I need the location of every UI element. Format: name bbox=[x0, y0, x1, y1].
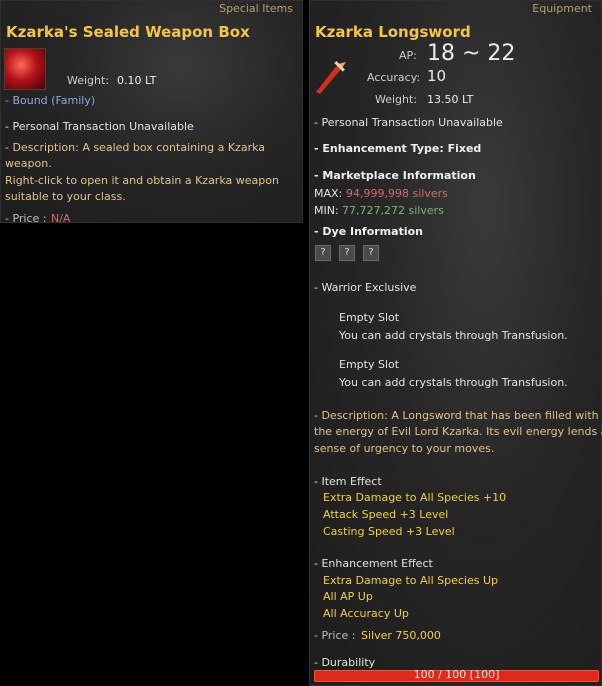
min-label: MIN: bbox=[314, 204, 339, 217]
weight-value: 13.50 LT bbox=[427, 93, 474, 106]
enhancement-effect: Extra Damage to All Species Up bbox=[323, 574, 498, 587]
min-price: 77,727,272 silvers bbox=[342, 204, 444, 217]
longsword-icon bbox=[312, 56, 352, 96]
ap-value: 18 ~ 22 bbox=[427, 41, 516, 66]
dye-title: - Dye Information bbox=[314, 225, 423, 238]
ap-label: AP: bbox=[399, 49, 417, 62]
durability-text: 100 / 100 [100] bbox=[413, 668, 500, 681]
crystal-slot-title: Empty Slot bbox=[339, 358, 400, 371]
max-label: MAX: bbox=[314, 187, 343, 200]
item-effect: Casting Speed +3 Level bbox=[323, 525, 455, 538]
weight-label: Weight: bbox=[375, 93, 418, 106]
dye-slot[interactable]: ? bbox=[339, 245, 355, 261]
longsword-tooltip: Equipment Kzarka Longsword AP: 18 ~ 22 A… bbox=[309, 0, 602, 686]
sealed-weapon-box-tooltip: Special Items Kzarka's Sealed Weapon Box… bbox=[0, 0, 303, 225]
durability-bar: 100 / 100 [100] bbox=[314, 668, 599, 682]
crystal-slot-text: You can add crystals through Transfusion… bbox=[339, 376, 568, 389]
marketplace-title: - Marketplace Information bbox=[314, 169, 476, 182]
description-line: - Description: A Longsword that has been… bbox=[314, 409, 599, 422]
item-category: Special Items bbox=[219, 2, 293, 15]
enhancement-effect: All Accuracy Up bbox=[323, 607, 409, 620]
item-title: Kzarka Longsword bbox=[315, 23, 471, 41]
price-value: N/A bbox=[51, 212, 71, 225]
item-effect: Attack Speed +3 Level bbox=[323, 508, 449, 521]
weight-value: 0.10 LT bbox=[117, 74, 157, 87]
description-line: - Description: A sealed box containing a… bbox=[5, 141, 266, 154]
enhancement-type: - Enhancement Type: Fixed bbox=[314, 142, 482, 155]
price-value: Silver 750,000 bbox=[361, 629, 441, 642]
description-line: suitable to your class. bbox=[5, 190, 126, 203]
crystal-slot-text: You can add crystals through Transfusion… bbox=[339, 329, 568, 342]
transaction-text: - Personal Transaction Unavailable bbox=[5, 120, 194, 133]
weapon-box-icon bbox=[4, 48, 46, 90]
max-price: 94,999,998 silvers bbox=[346, 187, 448, 200]
accuracy-value: 10 bbox=[427, 67, 447, 85]
description-line: Right-click to open it and obtain a Kzar… bbox=[5, 174, 279, 187]
item-effect: Extra Damage to All Species +10 bbox=[323, 491, 507, 504]
dye-slot[interactable]: ? bbox=[363, 245, 379, 261]
item-category: Equipment bbox=[532, 2, 592, 15]
weight-label: Weight: bbox=[67, 74, 110, 87]
dye-slot[interactable]: ? bbox=[315, 245, 331, 261]
description-line: weapon. bbox=[5, 157, 52, 170]
enhancement-effect-title: - Enhancement Effect bbox=[314, 557, 433, 570]
item-title: Kzarka's Sealed Weapon Box bbox=[6, 23, 250, 41]
enhancement-effect: All AP Up bbox=[323, 590, 373, 603]
price-label: - Price : bbox=[5, 212, 47, 225]
class-exclusive: - Warrior Exclusive bbox=[314, 281, 417, 294]
accuracy-label: Accuracy: bbox=[367, 71, 421, 84]
description-line: sense of urgency to your moves. bbox=[314, 442, 495, 455]
price-label: - Price : bbox=[314, 629, 356, 642]
crystal-slot-title: Empty Slot bbox=[339, 311, 400, 324]
transaction-text: - Personal Transaction Unavailable bbox=[314, 116, 503, 129]
item-effect-title: - Item Effect bbox=[314, 475, 382, 488]
bound-text: - Bound (Family) bbox=[5, 94, 96, 107]
description-line: the energy of Evil Lord Kzarka. Its evil… bbox=[314, 425, 602, 438]
